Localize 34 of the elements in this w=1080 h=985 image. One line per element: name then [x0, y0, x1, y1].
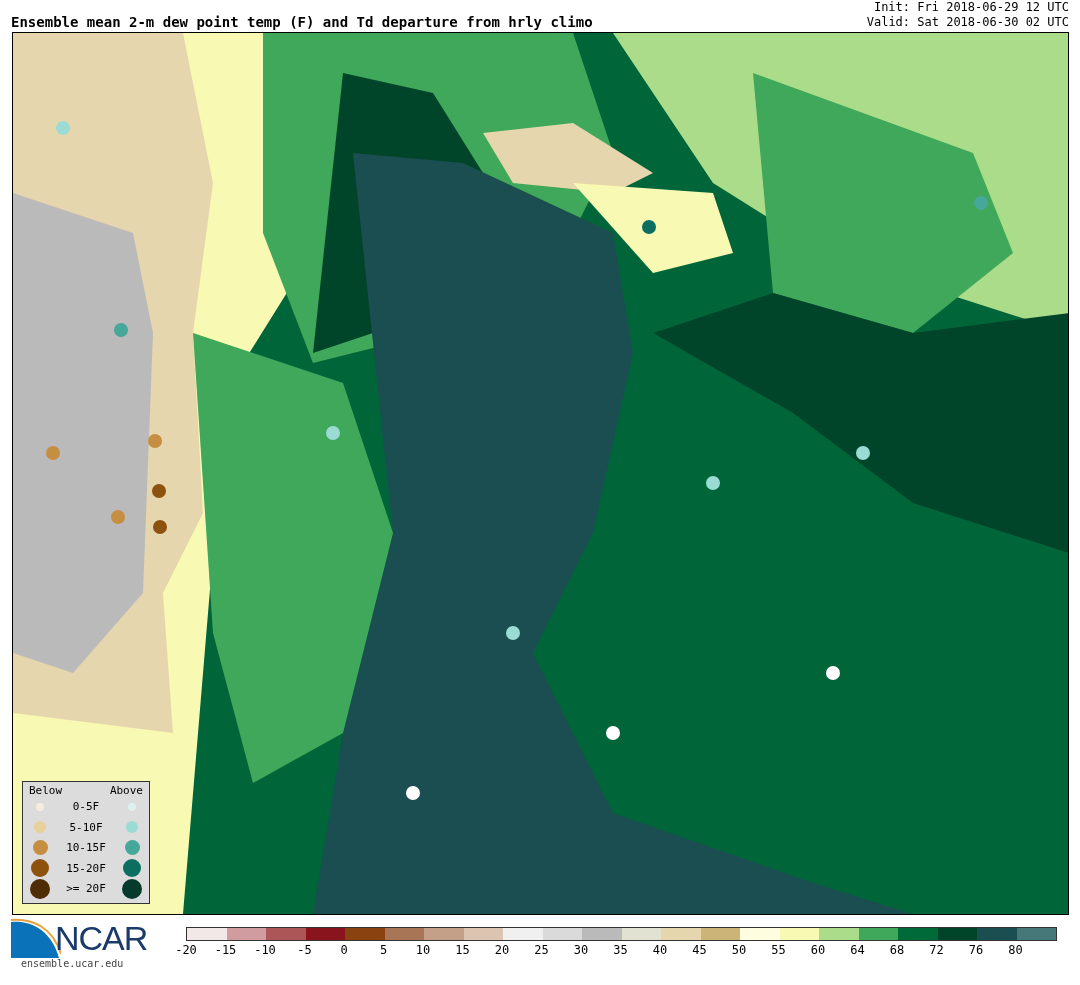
scale-tick-label: -5 [296, 942, 313, 957]
scale-tick-label: 0 [339, 942, 349, 957]
scale-tick-label: -10 [253, 942, 277, 957]
website-url: ensemble.ucar.edu [21, 958, 125, 969]
legend-label: 5-10F [68, 820, 104, 834]
legend-heading: Below [29, 783, 63, 797]
scale-tick-label: 5 [378, 942, 389, 957]
valid-time: Valid: Sat 2018-06-30 02 UTC [866, 15, 1069, 30]
scale-tick-label: 64 [849, 942, 866, 957]
scale-tick-label: 50 [730, 942, 748, 957]
scale-tick-label: 40 [651, 942, 669, 957]
logo-text: NCAR [55, 918, 148, 958]
scale-tick-label: 15 [454, 942, 471, 957]
scale-tick-label: 68 [888, 942, 906, 957]
scale-tick-label: 60 [809, 942, 827, 957]
scale-tick-label: 76 [967, 942, 985, 957]
legend-heading: Above [109, 783, 143, 797]
scale-tick-label: 20 [493, 942, 511, 957]
legend-label: 15-20F [65, 861, 107, 875]
scale-tick-label: 45 [691, 942, 708, 957]
scale-tick-label: 35 [612, 942, 629, 957]
scale-tick-label: -20 [174, 942, 198, 957]
scale-tick-label: 55 [770, 942, 787, 957]
chart-title: Ensemble mean 2-m dew point temp (F) and Td departure from hrly climo [11, 14, 593, 30]
legend-label: 0-5F [71, 800, 101, 814]
scale-tick-label: 30 [572, 942, 590, 957]
scale-tick-label: 80 [1007, 942, 1024, 957]
legend-label: 10-15F [65, 841, 107, 855]
legend-label: >= 20F [65, 882, 107, 896]
scale-tick-label: 10 [414, 942, 432, 957]
scale-tick-label: -15 [213, 942, 238, 957]
init-time: Init: Fri 2018-06-29 12 UTC [873, 0, 1069, 15]
scale-tick-label: 72 [928, 942, 945, 957]
scale-tick-label: 25 [533, 942, 550, 957]
